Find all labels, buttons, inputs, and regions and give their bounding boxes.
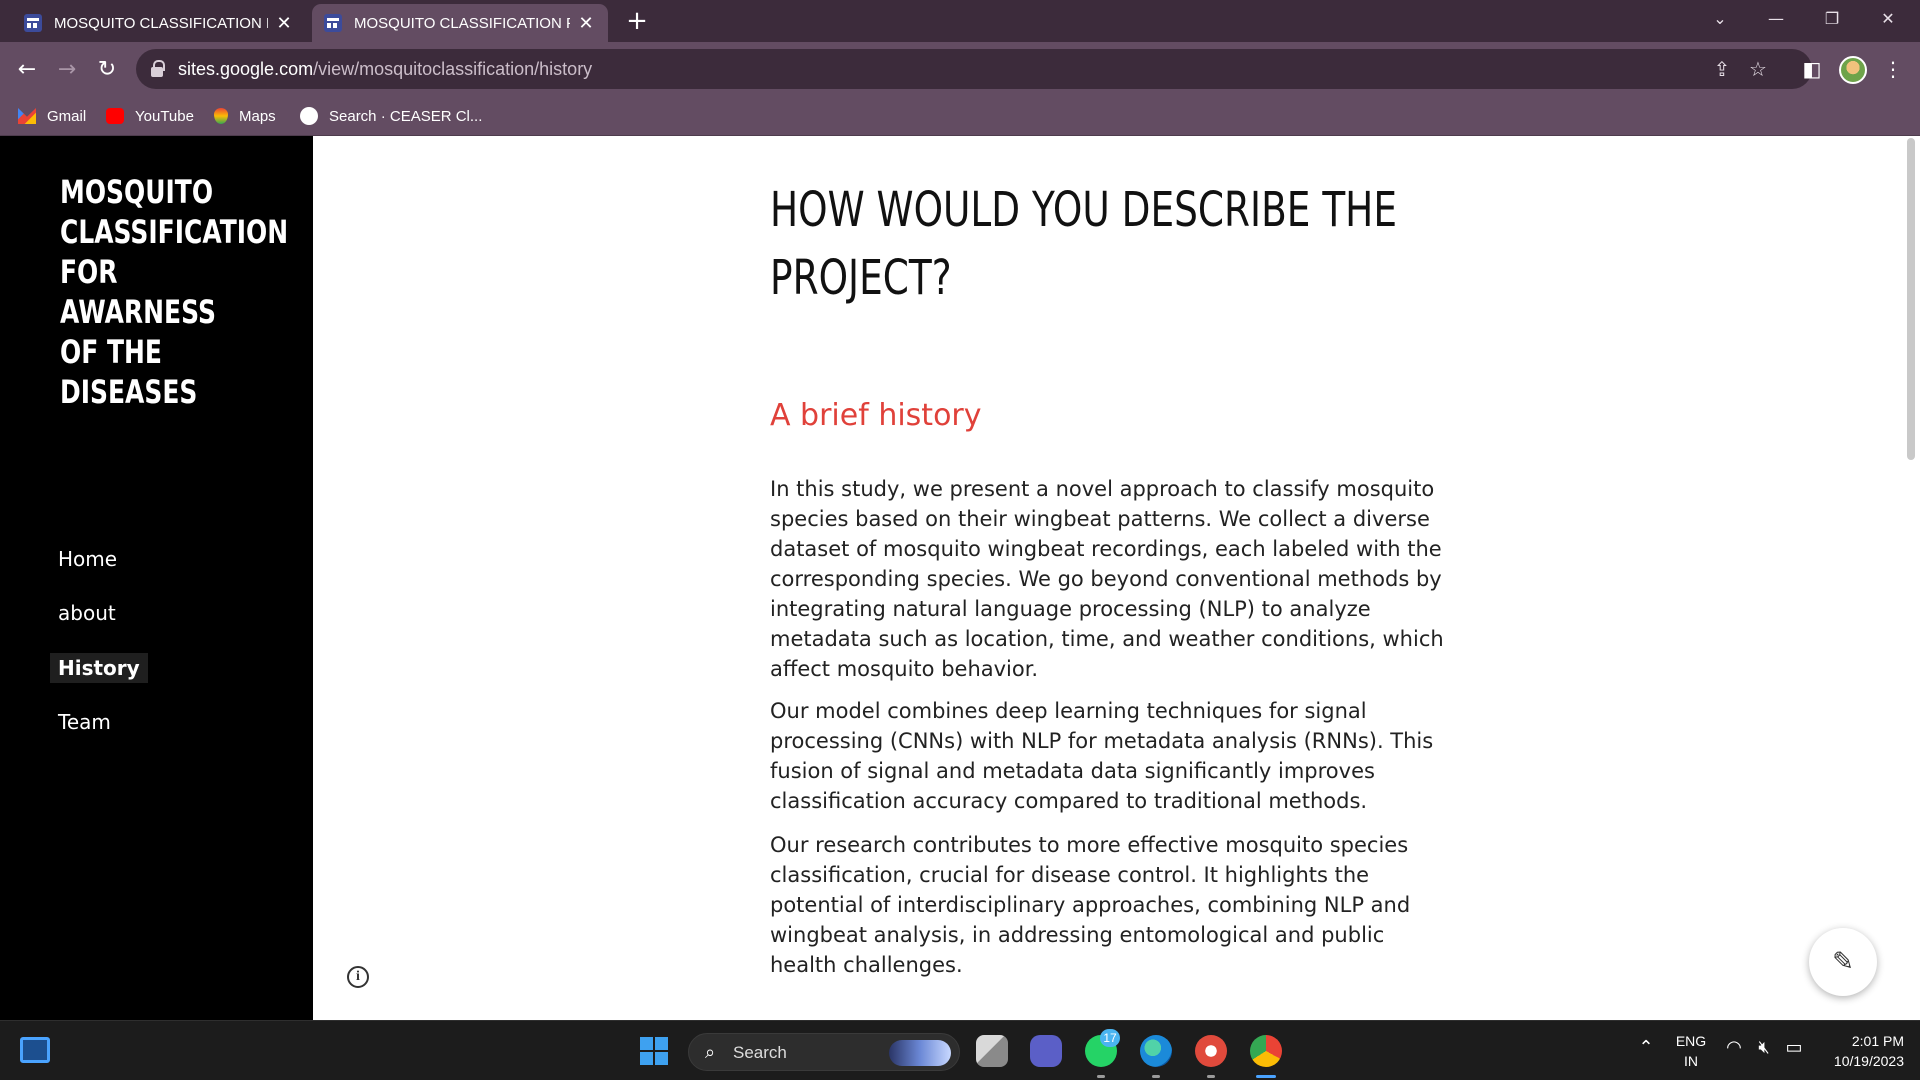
task-view-icon[interactable] — [976, 1035, 1008, 1067]
clock-date: 10/19/2023 — [1833, 1053, 1904, 1069]
chrome-icon[interactable] — [1250, 1035, 1282, 1067]
language-code: ENG — [1675, 1033, 1707, 1049]
forward-button[interactable]: → — [51, 54, 83, 86]
whatsapp-notification-badge: 17 — [1100, 1029, 1120, 1047]
edge-browser-icon[interactable] — [1140, 1035, 1172, 1067]
bookmark-github-search[interactable]: Search · CEASER Cl... — [300, 105, 482, 127]
address-bar[interactable]: sites.google.com/view/mosquitoclassifica… — [136, 49, 1812, 89]
running-indicator — [1152, 1075, 1160, 1078]
body-paragraph: Our model combines deep learning techniq… — [770, 699, 1434, 813]
section-subheading: A brief history — [770, 398, 982, 433]
gmail-icon — [18, 108, 36, 124]
bookmark-gmail[interactable]: Gmail — [18, 105, 86, 127]
bookmark-label: Search · CEASER Cl... — [329, 107, 483, 125]
back-button[interactable]: ← — [11, 54, 43, 86]
widgets-icon[interactable] — [20, 1037, 50, 1063]
page-content: HOW WOULD YOU DESCRIBE THE PROJECT? A br… — [313, 136, 1920, 1020]
nav-item-history[interactable]: History — [50, 653, 148, 683]
edit-pencil-button[interactable]: ✎ — [1809, 928, 1877, 996]
taskbar-search-box[interactable]: ⌕ Search — [688, 1033, 960, 1071]
close-window-button[interactable]: ✕ — [1866, 4, 1910, 34]
speaker-muted-icon[interactable]: 🔇︎ — [1752, 1037, 1776, 1058]
info-icon[interactable]: i — [347, 966, 369, 988]
region-code: IN — [1684, 1053, 1698, 1069]
nav-item-home[interactable]: Home — [50, 544, 125, 574]
browser-tab-strip: MOSQUITO CLASSIFICATION FO ✕ MOSQUITO CL… — [0, 0, 1920, 42]
google-sites-favicon-icon — [324, 14, 342, 32]
brawl-app-icon[interactable] — [1195, 1035, 1227, 1067]
bookmark-youtube[interactable]: YouTube — [106, 105, 194, 127]
page-heading: HOW WOULD YOU DESCRIBE THE PROJECT? — [770, 182, 1397, 306]
url-text[interactable]: sites.google.com/view/mosquitoclassifica… — [178, 59, 592, 80]
chrome-menu-icon[interactable]: ⋮ — [1878, 54, 1908, 84]
input-language-indicator[interactable]: ENG IN — [1673, 1031, 1709, 1071]
url-path: /view/mosquitoclassification/history — [313, 59, 593, 79]
bookmark-star-icon[interactable]: ☆ — [1746, 57, 1770, 81]
body-paragraph: In this study, we present a novel approa… — [770, 477, 1444, 681]
url-domain: sites.google.com — [178, 59, 314, 79]
tab-title: MOSQUITO CLASSIFICATION FO — [354, 14, 570, 32]
tab-title: MOSQUITO CLASSIFICATION FO — [54, 14, 268, 32]
bookmark-label: Gmail — [47, 107, 87, 125]
windows-start-icon[interactable] — [640, 1037, 668, 1065]
restore-button[interactable]: ❐ — [1810, 4, 1854, 34]
browser-toolbar: ← → ↻ sites.google.com/view/mosquitoclas… — [0, 42, 1920, 97]
new-tab-button[interactable]: + — [622, 6, 652, 36]
running-indicator — [1207, 1075, 1215, 1078]
github-icon — [300, 107, 318, 125]
minimize-button[interactable]: — — [1754, 4, 1798, 34]
nav-item-about[interactable]: about — [50, 598, 124, 628]
close-tab-icon[interactable]: ✕ — [576, 13, 596, 34]
maps-icon — [214, 108, 228, 124]
battery-icon[interactable]: ▭ — [1782, 1037, 1806, 1058]
tab-search-chevron-icon[interactable]: ⌄ — [1698, 4, 1742, 34]
browser-tab-1[interactable]: MOSQUITO CLASSIFICATION FO ✕ — [12, 4, 306, 42]
browser-tab-2[interactable]: MOSQUITO CLASSIFICATION FO ✕ — [312, 4, 608, 42]
bookmark-maps[interactable]: Maps — [214, 105, 276, 127]
bookmark-label: Maps — [239, 107, 276, 125]
profile-avatar[interactable] — [1839, 56, 1867, 84]
reload-button[interactable]: ↻ — [91, 54, 123, 86]
bookmark-label: YouTube — [135, 107, 194, 125]
search-highlight-image — [889, 1040, 951, 1066]
share-icon[interactable]: ⇪ — [1710, 57, 1734, 81]
active-app-indicator — [1256, 1075, 1276, 1078]
wifi-icon[interactable]: ◠ — [1722, 1037, 1746, 1058]
clock-time: 2:01 PM — [1851, 1033, 1904, 1049]
running-indicator — [1097, 1075, 1105, 1078]
google-sites-favicon-icon — [24, 14, 42, 32]
side-panel-icon[interactable]: ◧ — [1797, 54, 1827, 84]
youtube-icon — [106, 108, 124, 124]
clock[interactable]: 2:01 PM 10/19/2023 — [1820, 1031, 1904, 1071]
close-tab-icon[interactable]: ✕ — [274, 13, 294, 34]
bookmarks-bar: Gmail YouTube Maps Search · CEASER Cl... — [0, 97, 1920, 136]
show-hidden-icons-chevron-icon[interactable]: ⌃ — [1634, 1037, 1658, 1058]
windows-taskbar: ⌕ Search 17 ⌃ ENG IN ◠ 🔇︎ ▭ 2:01 PM 10/1… — [0, 1020, 1920, 1080]
body-paragraph: Our research contributes to more effecti… — [770, 833, 1411, 977]
page-scrollbar-thumb[interactable] — [1907, 138, 1915, 460]
teams-chat-icon[interactable] — [1030, 1035, 1062, 1067]
taskbar-search-label: Search — [733, 1043, 787, 1062]
site-title[interactable]: MOSQUITO CLASSIFICATION FOR AWARNESS OF … — [60, 172, 288, 412]
lock-icon[interactable] — [150, 60, 165, 78]
nav-item-team[interactable]: Team — [50, 707, 119, 737]
search-icon: ⌕ — [705, 1042, 716, 1063]
